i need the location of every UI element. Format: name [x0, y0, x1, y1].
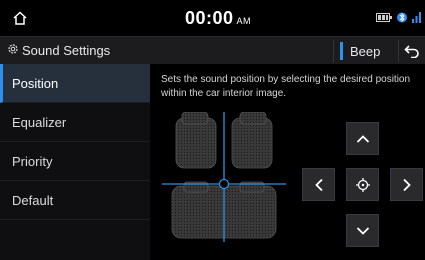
chevron-right-icon — [402, 178, 411, 191]
sidebar-item-priority[interactable]: Priority — [0, 142, 150, 181]
sidebar-item-label: Priority — [12, 153, 53, 169]
car-interior-view[interactable] — [162, 111, 286, 242]
move-up-button[interactable] — [346, 122, 379, 155]
beep-button[interactable]: Beep — [333, 40, 395, 62]
center-target-icon — [355, 177, 370, 192]
position-panel: Sets the sound position by selecting the… — [150, 64, 425, 260]
signal-icon — [412, 12, 421, 23]
chevron-up-icon — [356, 134, 369, 143]
center-position-button[interactable] — [346, 168, 379, 201]
bluetooth-icon — [397, 12, 407, 23]
sidebar-item-label: Position — [12, 75, 59, 91]
move-down-button[interactable] — [346, 214, 379, 247]
beep-indicator — [340, 42, 343, 60]
front-left-seat — [175, 111, 217, 169]
back-button[interactable] — [398, 40, 425, 62]
chevron-left-icon — [314, 178, 323, 191]
chevron-down-icon — [356, 226, 369, 235]
title-bar: Sound Settings Beep — [0, 36, 425, 64]
sidebar-item-label: Equalizer — [12, 114, 67, 130]
sidebar-item-label: Default — [12, 192, 54, 208]
back-arrow-icon — [404, 45, 419, 58]
settings-gear-icon — [8, 44, 18, 54]
move-right-button[interactable] — [390, 168, 423, 201]
sidebar-item-position[interactable]: Position — [0, 64, 150, 103]
sidebar-menu: Position Equalizer Priority Default — [0, 64, 150, 260]
beep-label: Beep — [350, 43, 381, 59]
clock-ampm: AM — [236, 16, 252, 26]
battery-icon — [376, 13, 392, 22]
home-icon — [13, 11, 27, 25]
sidebar-item-default[interactable]: Default — [0, 181, 150, 220]
position-description: Sets the sound position by selecting the… — [161, 74, 411, 99]
status-icons — [376, 11, 421, 24]
clock: 00:00 AM — [185, 8, 251, 29]
front-right-seat — [231, 111, 273, 169]
clock-time: 00:00 — [185, 8, 234, 28]
home-button[interactable] — [0, 0, 40, 36]
page-title: Sound Settings — [22, 43, 111, 58]
car-seats-image — [162, 111, 286, 242]
status-bar: 00:00 AM — [0, 0, 425, 36]
sidebar-item-equalizer[interactable]: Equalizer — [0, 103, 150, 142]
move-left-button[interactable] — [302, 168, 335, 201]
